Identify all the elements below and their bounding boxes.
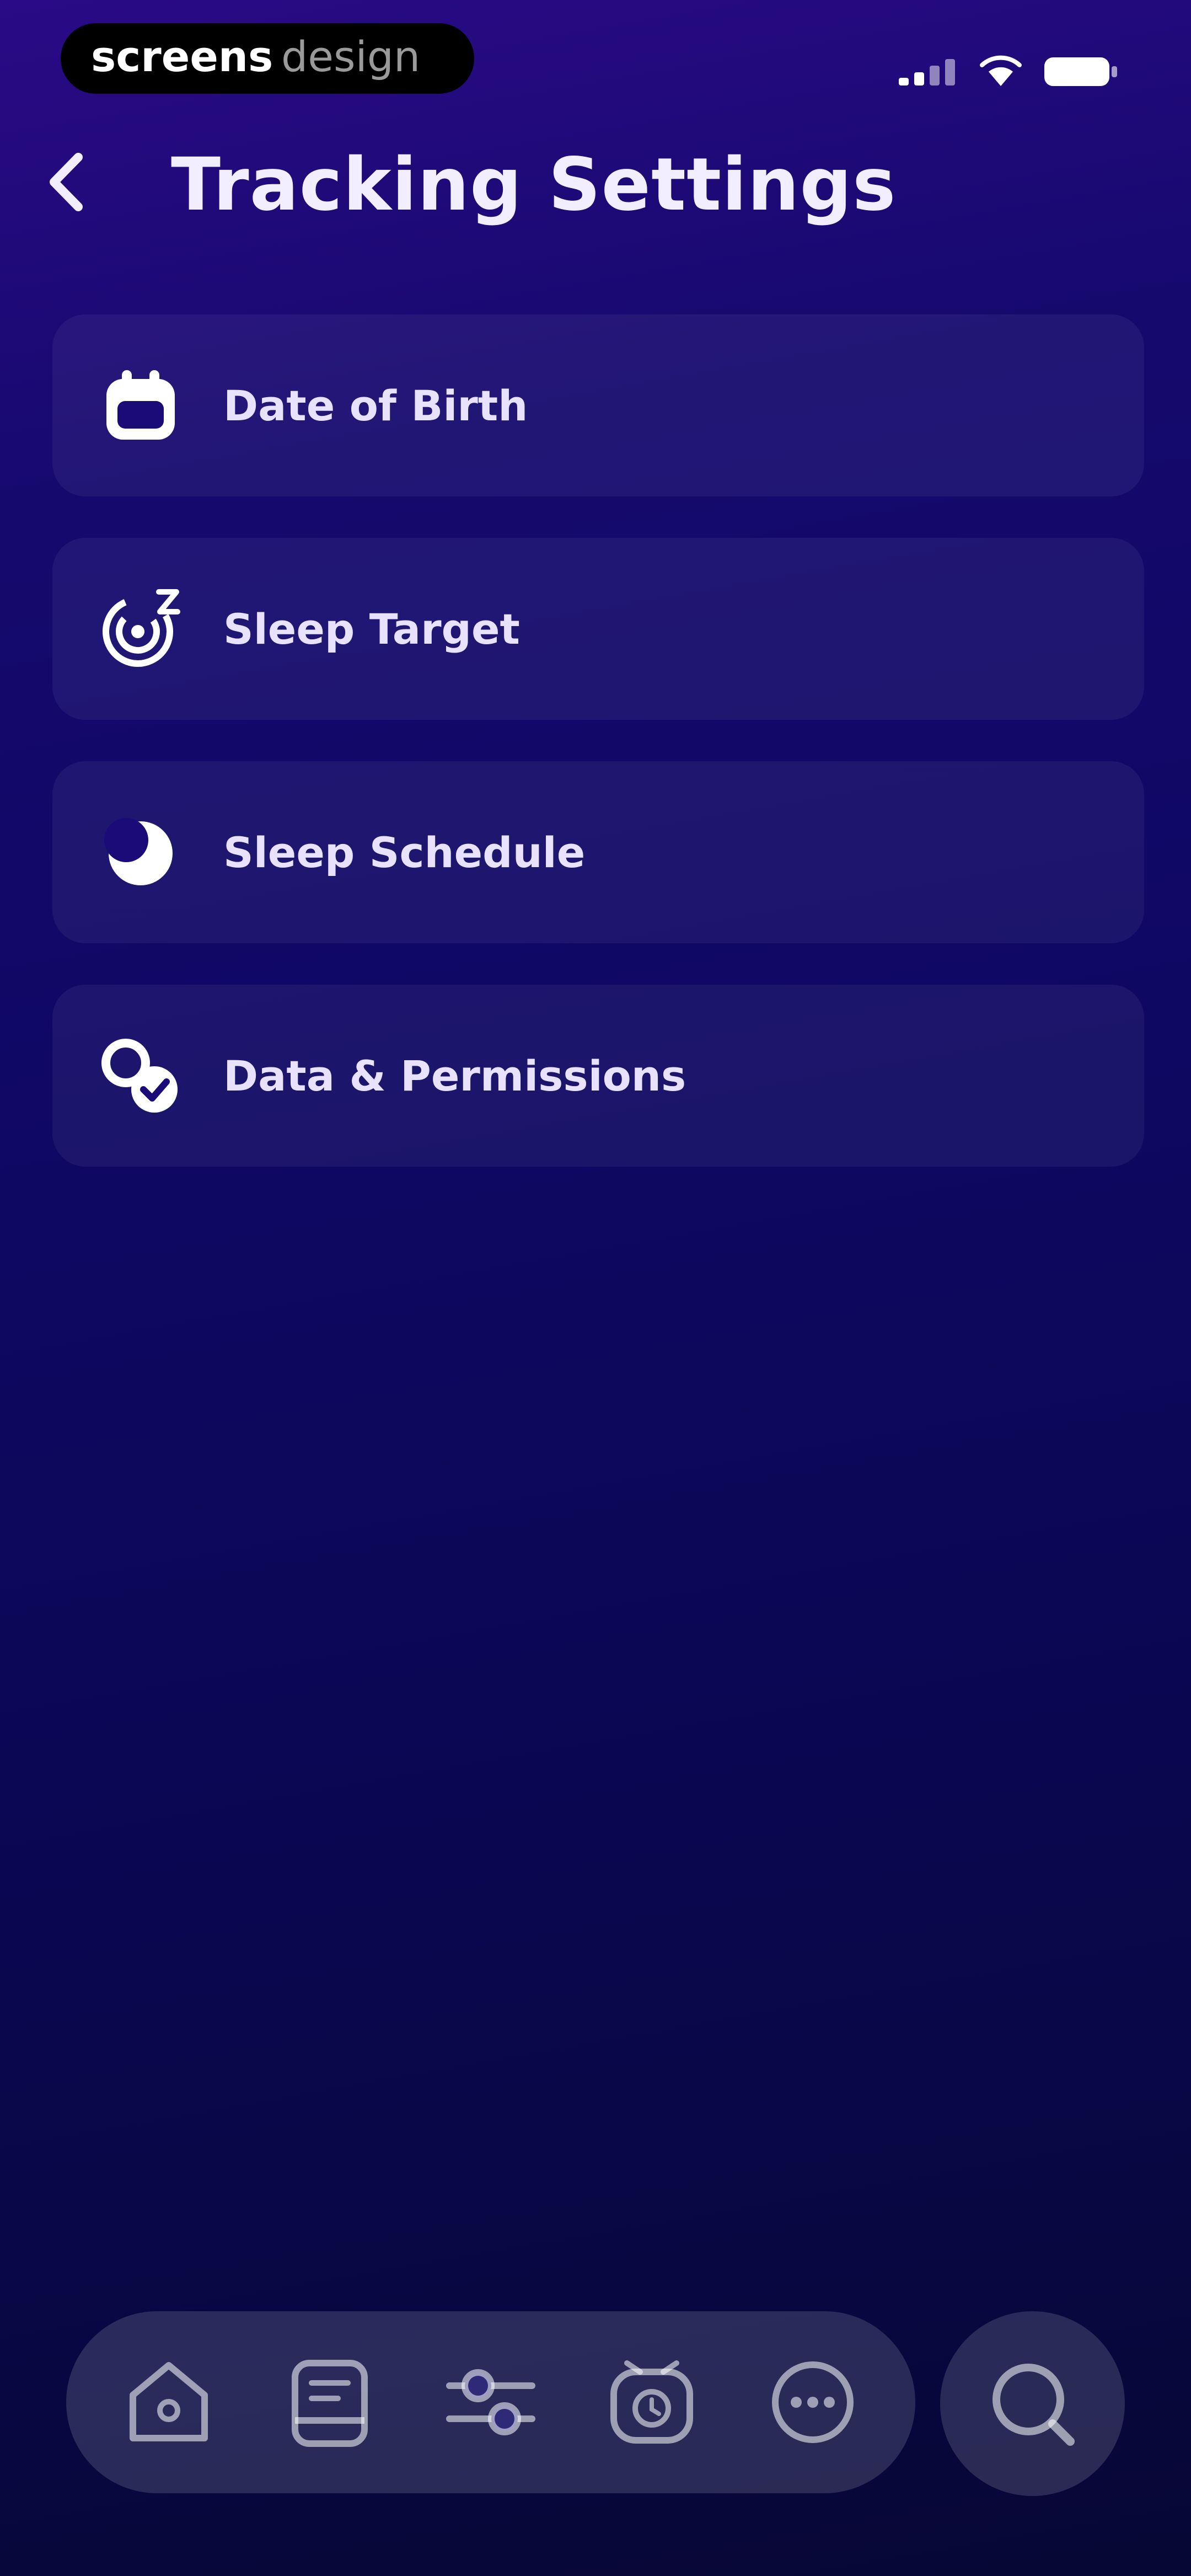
wifi-icon <box>980 55 1022 86</box>
cellular-signal-icon <box>899 59 955 85</box>
watermark-logo: screens design <box>91 34 420 81</box>
screensdesign-watermark: screens design <box>61 23 474 94</box>
search-icon <box>992 2363 1075 2446</box>
search-button[interactable] <box>940 2311 1125 2496</box>
calendar-icon <box>106 370 175 440</box>
sliders-icon <box>446 2369 535 2435</box>
page-title: Tracking Settings <box>171 142 897 227</box>
setting-item-date-of-birth[interactable]: Date of Birth <box>52 314 1144 496</box>
journal-icon <box>292 2360 368 2447</box>
sleep-target-icon <box>103 589 180 667</box>
battery-icon <box>1044 57 1117 86</box>
settings-list: Date of Birth Sleep Target Sleep Schedul… <box>52 314 1144 1208</box>
chevron-left-icon <box>50 153 83 211</box>
tab-alarm[interactable] <box>597 2347 707 2457</box>
tab-more[interactable] <box>758 2347 868 2457</box>
back-button[interactable] <box>33 143 99 221</box>
permissions-icon <box>101 1039 178 1113</box>
setting-label-sleep-target: Sleep Target <box>223 604 520 654</box>
setting-item-sleep-schedule[interactable]: Sleep Schedule <box>52 761 1144 943</box>
setting-item-sleep-target[interactable]: Sleep Target <box>52 538 1144 720</box>
moon-icon <box>104 818 173 885</box>
alarm-clock-icon <box>610 2360 693 2444</box>
tab-journal[interactable] <box>275 2347 385 2457</box>
tab-adjust[interactable] <box>436 2347 546 2457</box>
home-icon <box>130 2362 208 2441</box>
bottom-tab-bar <box>66 2311 915 2493</box>
setting-item-data-permissions[interactable]: Data & Permissions <box>52 985 1144 1167</box>
setting-label-date-of-birth: Date of Birth <box>223 381 528 430</box>
tab-home[interactable] <box>114 2347 224 2457</box>
watermark-text-light: design <box>281 34 420 81</box>
watermark-text-bold: screens <box>91 34 273 81</box>
setting-label-sleep-schedule: Sleep Schedule <box>223 827 586 877</box>
setting-label-data-permissions: Data & Permissions <box>223 1051 686 1100</box>
more-icon <box>772 2361 854 2443</box>
